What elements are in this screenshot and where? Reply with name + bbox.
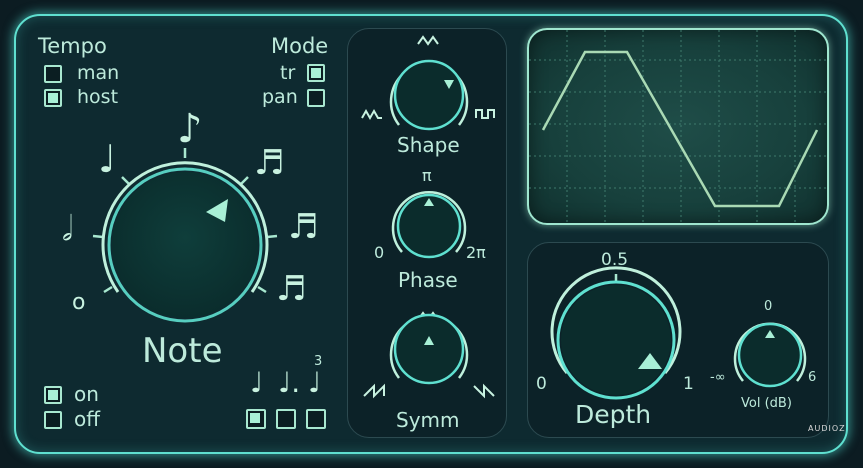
vol-knob-graphics (733, 322, 807, 388)
vol-min-label: -∞ (710, 370, 726, 385)
vol-max-label: 6 (808, 370, 817, 385)
vol-knob-label: Vol (dB) (741, 396, 792, 411)
watermark-text: AUDIOZ (808, 424, 846, 433)
vol-knob[interactable] (739, 324, 801, 386)
vol-mid-label: 0 (764, 299, 773, 314)
